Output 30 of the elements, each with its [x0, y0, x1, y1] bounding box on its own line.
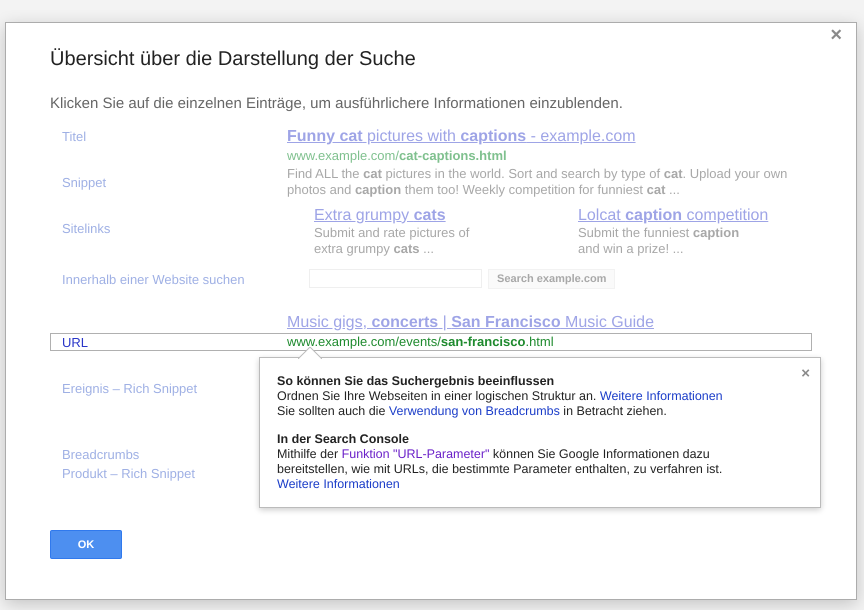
dialog-title: Übersicht über die Darstellung der Suche	[50, 47, 417, 71]
close-button[interactable]: ×	[830, 25, 842, 45]
popup-heading: So können Sie das Suchergebnis beeinflussen	[277, 374, 556, 389]
entry-label[interactable]: Sitelinks	[62, 221, 287, 236]
ok-button[interactable]: OK	[50, 530, 122, 559]
sitelink[interactable]: Lolcat caption competition	[578, 206, 768, 225]
info-link[interactable]: Weitere Informationen	[600, 389, 723, 403]
result-title-link[interactable]: Funny cat pictures with captions - example.com	[287, 128, 636, 145]
info-link[interactable]: Verwendung von Breadcrumbs	[388, 404, 560, 418]
popup-text: Sie sollten auch die Verwendung von Breadcrumbs in Betracht ziehen.	[277, 404, 668, 419]
close-button[interactable]: ×	[801, 366, 810, 381]
sitelink-description: Submit the funniest caption and win a prize! ...	[578, 225, 740, 257]
entry-label[interactable]: Innerhalb einer Website suchen	[62, 272, 287, 286]
dialog-subtitle: Klicken Sie auf die einzelnen Einträge, um ausführlichere Informationen einzublenden.	[50, 95, 624, 113]
entry-label[interactable]: Titel	[62, 129, 287, 144]
result-snippet: Find ALL the cat pictures in the world. Sort and search by type of cat. Upload your own photos and caption them too! Weekly competition for funniest cat ...	[287, 166, 788, 198]
entry-label[interactable]: Snippet	[62, 174, 287, 190]
info-link[interactable]: Funktion "URL-Parameter"	[342, 447, 490, 461]
popup-text: Mithilfe der Funktion "URL-Parameter" können Sie Google Informationen dazu bereitstellen, wie mit URLs, die bestimmte Parameter enthalten, zu verfahren ist.	[277, 447, 724, 477]
popup-heading: In der Search Console	[277, 432, 410, 447]
result-url: www.example.com/cat-captions.html	[287, 148, 508, 164]
sitelink[interactable]: Extra grumpy cats	[314, 206, 446, 225]
sitelink-description: Submit and rate pictures of extra grumpy cats ...	[314, 225, 470, 257]
highlighted-row[interactable]: URL www.example.com/events/san-francisco.html	[50, 333, 812, 351]
site-search-button[interactable]: Search example.com	[488, 269, 616, 289]
popup-text: Ordnen Sie Ihre Webseiten in einer logischen Struktur an. Weitere Informationen	[277, 389, 724, 404]
info-link[interactable]: Weitere Informationen	[277, 477, 400, 491]
result-url: www.example.com/events/san-francisco.html	[287, 334, 555, 350]
result-title-link[interactable]: Music gigs, concerts | San Francisco Music Guide	[287, 314, 654, 331]
entry-label[interactable]: URL	[62, 334, 287, 350]
